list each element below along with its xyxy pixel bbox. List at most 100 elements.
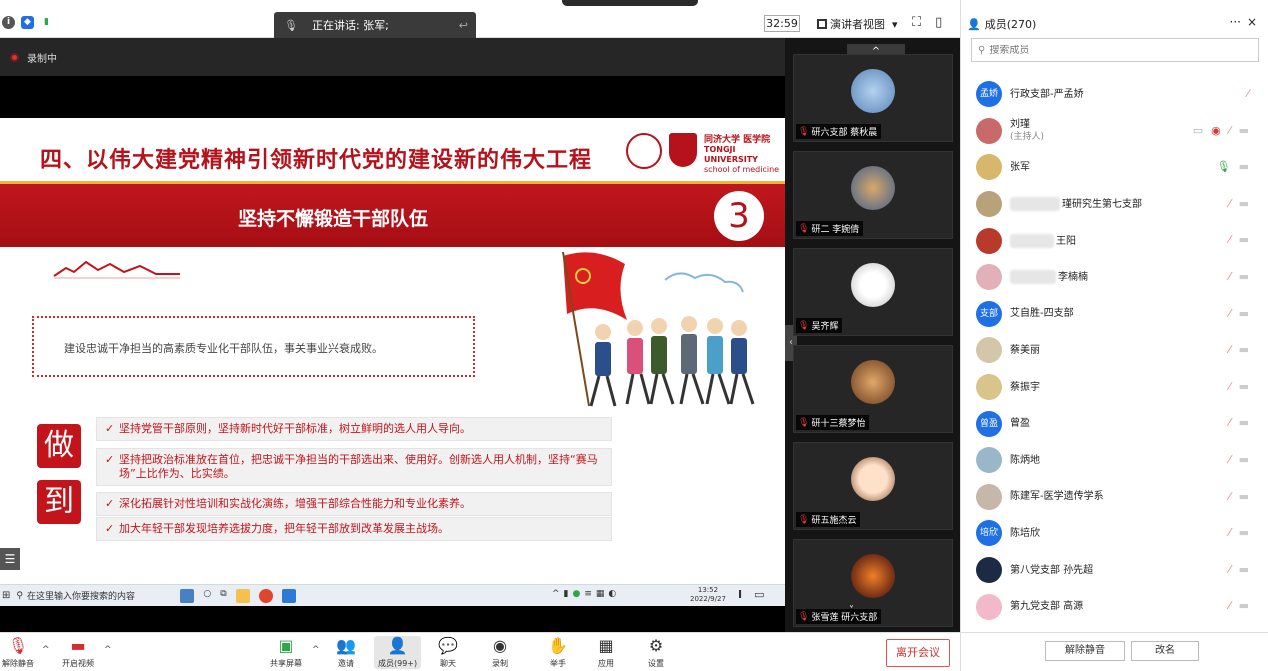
signal-icon[interactable]: ▮	[40, 16, 53, 29]
member-row[interactable]: 蔡振宇 ⁄ ▬	[961, 369, 1268, 406]
tile-name: 🎙 张雪莲 研六支部	[796, 609, 882, 624]
member-search-input[interactable]	[989, 44, 1230, 56]
tile-name: 🎙 吴齐辉	[796, 318, 843, 333]
chat-button[interactable]: 💬 聊天	[438, 636, 458, 669]
leave-meeting-button[interactable]: 离开会议	[886, 639, 950, 667]
video-tile[interactable]: 🎙 吴齐辉	[793, 248, 953, 336]
member-row[interactable]: 培欣 陈培欣 ⁄ ▬	[961, 515, 1268, 552]
point-text: 深化拓展针对性培训和实战化演练，增强干部综合性能力和专业化素养。	[119, 497, 471, 510]
member-info: 瑾研究生第七支部	[1010, 197, 1142, 212]
member-row[interactable]: 第九党支部 高源 ⁄ ▬	[961, 588, 1268, 625]
start-video-button[interactable]: ▬ 开启视频	[62, 636, 94, 669]
video-tile[interactable]: 🎙 研五施杰云	[793, 442, 953, 530]
member-status-icons: ▭ ◉ ⁄ ▬	[1193, 124, 1249, 137]
video-off-icon[interactable]: ▬	[1239, 124, 1249, 137]
annotation-menu-icon[interactable]: ☰	[0, 548, 20, 570]
share-screen-button[interactable]: ▣ 共享屏幕	[270, 636, 302, 669]
member-info: 艾自胜-四支部	[1010, 307, 1074, 320]
chevron-up-icon[interactable]: ^	[312, 645, 320, 655]
video-off-icon[interactable]: ▬	[1239, 307, 1249, 320]
shield-icon[interactable]: ◆	[21, 16, 34, 29]
recording-indicator[interactable]: 录制中	[0, 38, 785, 76]
video-off-icon[interactable]: ▬	[1239, 343, 1249, 356]
video-tile[interactable]: 🎙 研十三蔡梦怡	[793, 345, 953, 433]
member-row[interactable]: 王阳 ⁄ ▬	[961, 222, 1268, 259]
raise-hand-button[interactable]: ✋ 举手	[548, 636, 568, 669]
member-info: 蔡美丽	[1010, 344, 1040, 357]
avatar: 孟娇	[976, 81, 1002, 108]
redacted-text	[1010, 233, 1054, 248]
member-row[interactable]: 瑾研究生第七支部 ⁄ ▬	[961, 186, 1268, 223]
notification-icon: ▭	[754, 588, 765, 601]
video-off-icon[interactable]: ▬	[1239, 416, 1249, 429]
tile-name: 🎙 研十三蔡梦怡	[796, 415, 870, 430]
invite-button[interactable]: 👥 邀请	[336, 636, 356, 669]
more-options-icon[interactable]: ···	[1230, 15, 1241, 29]
info-icon[interactable]: i	[2, 16, 15, 29]
record-button[interactable]: ◉ 录制	[492, 636, 508, 669]
mic-muted-icon[interactable]: ⁄	[1229, 563, 1231, 576]
mic-muted-icon[interactable]: ⁄	[1247, 87, 1249, 100]
mic-muted-icon[interactable]: ⁄	[1229, 197, 1231, 210]
share-control-tab[interactable]	[562, 0, 698, 6]
member-row[interactable]: 李楠楠 ⁄ ▬	[961, 259, 1268, 296]
great-wall-illustration	[53, 260, 180, 279]
recording-icon: ◉	[1211, 123, 1221, 137]
mic-muted-icon[interactable]: ⁄	[1229, 453, 1231, 466]
mic-muted-icon[interactable]: ⁄	[1229, 270, 1231, 283]
mic-muted-icon[interactable]: ⁄	[1229, 490, 1231, 503]
mic-muted-icon[interactable]: ⁄	[1229, 233, 1231, 246]
video-off-icon[interactable]: ▬	[1239, 490, 1249, 503]
hand-icon: ✋	[548, 636, 568, 655]
member-search[interactable]: ⚲	[971, 38, 1259, 62]
close-icon[interactable]: ×	[1247, 15, 1257, 29]
chevron-up-icon[interactable]: ^	[42, 645, 50, 655]
settings-button[interactable]: ⚙ 设置	[648, 636, 664, 669]
fullscreen-icon[interactable]: ⛶	[912, 15, 921, 30]
member-row[interactable]: 蔡美丽 ⁄ ▬	[961, 332, 1268, 369]
avatar	[976, 447, 1002, 474]
mic-muted-icon[interactable]: ⁄	[1229, 416, 1231, 429]
rename-button[interactable]: 改名	[1131, 641, 1199, 661]
video-tile[interactable]: 🎙 研二 李婉倩	[793, 151, 953, 239]
unmute-all-button[interactable]: 解除静音	[1045, 641, 1125, 661]
member-row[interactable]: 陈炳地 ⁄ ▬	[961, 442, 1268, 479]
mic-muted-icon[interactable]: ⁄	[1229, 307, 1231, 320]
mic-muted-icon[interactable]: ⁄	[1229, 599, 1231, 612]
member-row[interactable]: 支部 艾自胜-四支部 ⁄ ▬	[961, 296, 1268, 333]
mic-muted-icon[interactable]: ⁄	[1229, 380, 1231, 393]
unmute-button[interactable]: 🎙 解除静音	[2, 636, 34, 669]
video-off-icon[interactable]: ▬	[1239, 270, 1249, 283]
member-row[interactable]: 曾盈 曾盈 ⁄ ▬	[961, 405, 1268, 442]
view-mode-button[interactable]: 演讲者视图 ▾	[817, 16, 898, 32]
video-off-icon[interactable]: ▬	[1239, 599, 1249, 612]
member-status-icons: ⁄ ▬	[1229, 416, 1249, 429]
mic-muted-icon[interactable]: ⁄	[1229, 343, 1231, 356]
member-row[interactable]: 孟娇 行政支部-严孟娇 ⁄	[961, 76, 1268, 113]
video-tile[interactable]: 🎙 张雪莲 研六支部	[793, 539, 953, 627]
apps-button[interactable]: ▦ 应用	[598, 636, 614, 669]
video-off-icon[interactable]: ▬	[1239, 233, 1249, 246]
chevron-up-icon[interactable]: ^	[104, 645, 112, 655]
video-off-icon[interactable]: ▬	[1239, 160, 1249, 173]
tray-icon: ▦	[595, 589, 605, 599]
video-off-icon[interactable]: ▬	[1239, 453, 1249, 466]
mic-on-icon[interactable]: 🎙	[1217, 160, 1231, 173]
shared-windows-taskbar: ⊞ ⚲ 在这里输入你要搜索的内容 ○ ⧉ ^ ▮ ● ≡ ▦ ◐ 13:52 2…	[0, 584, 785, 606]
video-off-icon[interactable]: ▬	[1239, 526, 1249, 539]
video-tile[interactable]: 🎙 研六支部 蔡秋晨	[793, 54, 953, 142]
layout-icon[interactable]: ▯	[935, 15, 942, 30]
avatar	[976, 483, 1002, 510]
member-row[interactable]: 陈建军-医学遗传学系 ⁄ ▬	[961, 479, 1268, 516]
video-off-icon[interactable]: ▬	[1239, 563, 1249, 576]
video-off-icon[interactable]: ▬	[1239, 380, 1249, 393]
mic-muted-icon[interactable]: ⁄	[1229, 526, 1231, 539]
video-off-icon[interactable]: ▬	[1239, 197, 1249, 210]
members-icon: 👤	[387, 636, 408, 655]
mic-muted-icon[interactable]: ⁄	[1229, 124, 1231, 137]
member-row[interactable]: 刘瑾 (主持人) ▭ ◉ ⁄ ▬	[961, 113, 1268, 150]
member-row[interactable]: 第八党支部 孙先超 ⁄ ▬	[961, 552, 1268, 589]
members-button[interactable]: 👤 成员(99+)	[374, 636, 422, 669]
member-row[interactable]: 张军 🎙 ▬	[961, 149, 1268, 186]
scroll-down-button[interactable]: ˅	[849, 605, 854, 616]
